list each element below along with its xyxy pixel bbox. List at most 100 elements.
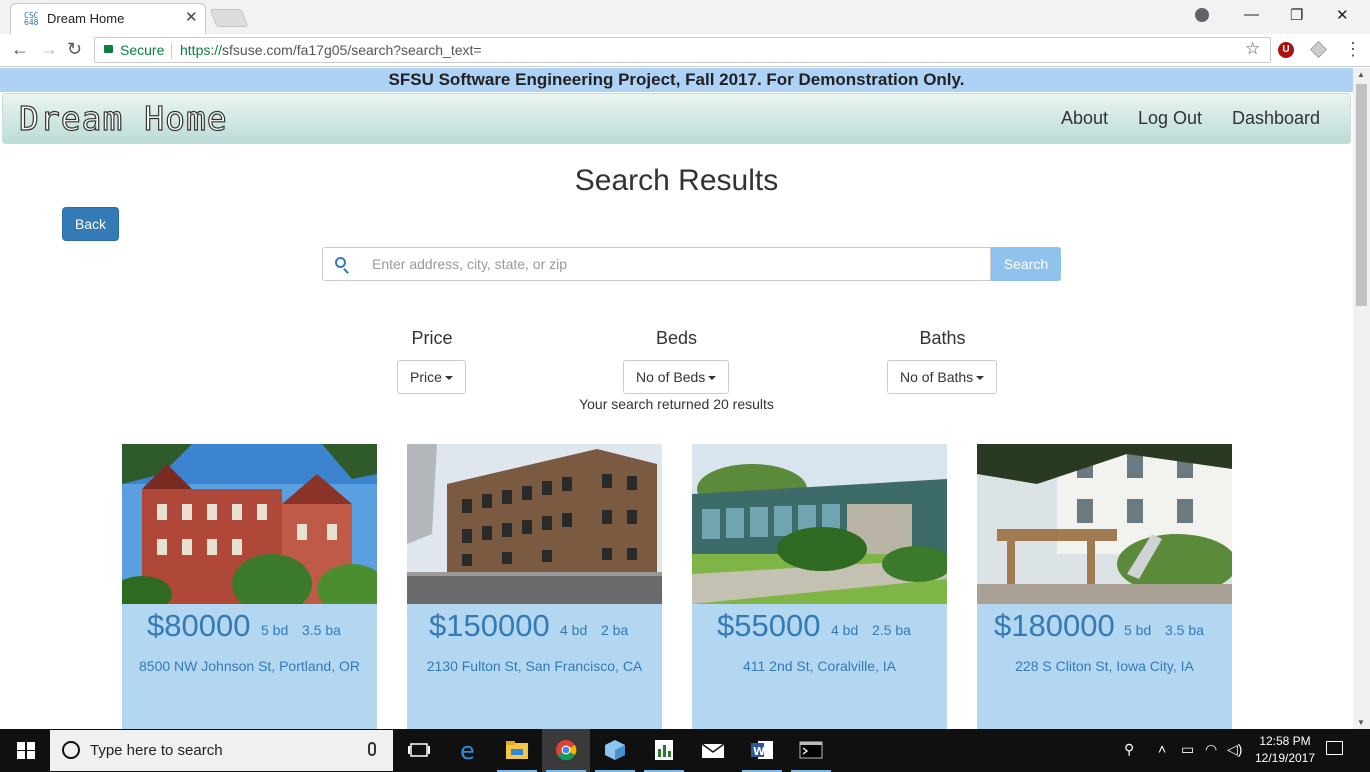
listing-address[interactable]: 411 2nd St, Coralville, IA [692, 658, 947, 674]
filter-price-label: Price [411, 328, 453, 348]
search-addon [322, 247, 362, 281]
tab-title: Dream Home [47, 11, 125, 26]
microphone-icon[interactable] [368, 742, 376, 756]
browser-toolbar: ← → ↻ Secure https://sfsuse.com/fa17g05/… [0, 34, 1370, 67]
nav-link-dashboard[interactable]: Dashboard [1232, 108, 1320, 129]
terminal-icon[interactable] [787, 729, 835, 772]
back-button[interactable]: Back [62, 207, 119, 241]
page-viewport: SFSU Software Engineering Project, Fall … [0, 68, 1353, 729]
filter-beds: Beds No of Beds [623, 328, 730, 394]
battery-icon[interactable]: ▭ [1181, 741, 1194, 758]
url-text[interactable]: https://sfsuse.com/fa17g05/search?search… [180, 42, 482, 58]
task-view-icon[interactable] [395, 729, 443, 772]
url-path: sfsuse.com/fa17g05/search?search_text= [222, 42, 482, 58]
chrome-icon[interactable] [542, 729, 590, 772]
price-dropdown-label: Price [410, 369, 442, 385]
chevron-up-icon[interactable]: ˄ [1158, 741, 1166, 757]
windows-taskbar: Type here to search e W ⚲ ˄ ▭ ◠ ◁) 12:58… [0, 729, 1370, 772]
browser-title-bar: CSC 648 Dream Home ✕ — ❐ ✕ [0, 0, 1370, 34]
svg-text:e: e [460, 739, 475, 761]
volume-icon[interactable]: ◁) [1227, 741, 1242, 758]
ublock-extension-icon[interactable]: U [1278, 42, 1294, 58]
mail-icon[interactable] [689, 729, 737, 772]
listing-photo[interactable] [407, 444, 662, 604]
demo-banner: SFSU Software Engineering Project, Fall … [0, 68, 1353, 92]
result-count: Your search returned 20 results [579, 396, 774, 412]
search-button[interactable]: Search [991, 247, 1061, 281]
browser-menu-icon[interactable]: ⋮ [1344, 39, 1362, 60]
filter-beds-label: Beds [655, 328, 698, 348]
file-explorer-icon[interactable] [493, 729, 541, 772]
edge-icon[interactable]: e [445, 729, 493, 772]
caret-down-icon [976, 376, 985, 381]
listing-baths: 2 ba [601, 622, 629, 638]
site-brand-logo[interactable]: Dream Home [18, 98, 228, 138]
url-scheme: https:// [180, 42, 223, 58]
profile-icon[interactable] [1195, 8, 1209, 22]
baths-dropdown-label: No of Baths [900, 369, 974, 385]
site-navbar: Dream Home About Log Out Dashboard [2, 93, 1351, 144]
site-favicon-icon: CSC 648 [24, 11, 39, 27]
listing-card[interactable]: $180000 5 bd 3.5 ba 228 S Cliton St, Iow… [977, 444, 1232, 729]
listing-beds: 4 bd [560, 622, 588, 638]
bookmark-star-icon[interactable]: ☆ [1245, 39, 1260, 59]
browser-forward-icon[interactable]: → [40, 39, 58, 60]
listing-address[interactable]: 228 S Cliton St, Iowa City, IA [977, 658, 1232, 674]
beds-dropdown[interactable]: No of Beds [623, 360, 730, 394]
listing-photo[interactable] [122, 444, 377, 604]
filter-price: Price Price [397, 328, 467, 394]
reload-icon[interactable]: ↻ [67, 39, 82, 60]
caret-down-icon [708, 376, 717, 381]
taskbar-search-box[interactable]: Type here to search [50, 730, 393, 771]
people-icon[interactable]: ⚲ [1124, 741, 1134, 758]
browser-tab[interactable]: CSC 648 Dream Home ✕ [10, 3, 206, 34]
page-title: Search Results [574, 164, 779, 197]
browser-back-icon[interactable]: ← [11, 39, 29, 60]
beds-dropdown-label: No of Beds [636, 369, 706, 385]
search-input[interactable] [362, 247, 991, 281]
price-dropdown[interactable]: Price [397, 360, 466, 394]
address-bar[interactable]: Secure https://sfsuse.com/fa17g05/search… [94, 37, 1271, 63]
scroll-thumb[interactable] [1356, 84, 1367, 306]
3d-app-icon[interactable] [591, 729, 639, 772]
listing-address[interactable]: 8500 NW Johnson St, Portland, OR [122, 658, 377, 674]
nav-link-logout[interactable]: Log Out [1138, 108, 1202, 129]
listing-beds: 5 bd [1124, 622, 1152, 638]
search-bar: Search [322, 247, 1061, 281]
svg-text:W: W [753, 745, 765, 758]
tab-close-icon[interactable]: ✕ [185, 8, 198, 26]
clock-date: 12/19/2017 [1254, 751, 1316, 765]
wifi-icon[interactable]: ◠ [1205, 741, 1217, 758]
listing-baths: 3.5 ba [302, 622, 341, 638]
listing-price: $80000 [147, 608, 251, 643]
listing-baths: 2.5 ba [872, 622, 911, 638]
minimize-button[interactable]: — [1244, 6, 1259, 23]
sheets-icon[interactable] [640, 729, 688, 772]
taskbar-search-text: Type here to search [90, 742, 223, 759]
notification-center-icon[interactable] [1326, 741, 1343, 755]
scroll-up-icon[interactable]: ▲ [1357, 70, 1365, 79]
word-icon[interactable]: W [738, 729, 786, 772]
scroll-down-icon[interactable]: ▼ [1357, 718, 1365, 727]
nav-link-about[interactable]: About [1061, 108, 1108, 129]
filter-baths-label: Baths [919, 328, 966, 348]
listing-price: $180000 [994, 608, 1115, 643]
listing-photo[interactable] [977, 444, 1232, 604]
listing-card[interactable]: $150000 4 bd 2 ba 2130 Fulton St, San Fr… [407, 444, 662, 729]
extension-icon[interactable] [1310, 41, 1327, 58]
listing-address[interactable]: 2130 Fulton St, San Francisco, CA [407, 658, 662, 674]
close-window-button[interactable]: ✕ [1336, 6, 1349, 24]
search-icon [335, 257, 346, 268]
restore-button[interactable]: ❐ [1290, 6, 1303, 24]
lock-icon [104, 45, 113, 53]
system-clock[interactable]: 12:58 PM 12/19/2017 [1253, 733, 1317, 767]
baths-dropdown[interactable]: No of Baths [887, 360, 998, 394]
omnibox-divider [171, 43, 172, 59]
caret-down-icon [444, 376, 453, 381]
new-tab-button[interactable] [209, 9, 249, 27]
windows-start-icon[interactable] [17, 742, 35, 759]
listing-photo[interactable] [692, 444, 947, 604]
listing-card[interactable]: $80000 5 bd 3.5 ba 8500 NW Johnson St, P… [122, 444, 377, 729]
page-scrollbar[interactable]: ▲ ▼ [1353, 68, 1370, 729]
listing-card[interactable]: $55000 4 bd 2.5 ba 411 2nd St, Coralvill… [692, 444, 947, 729]
